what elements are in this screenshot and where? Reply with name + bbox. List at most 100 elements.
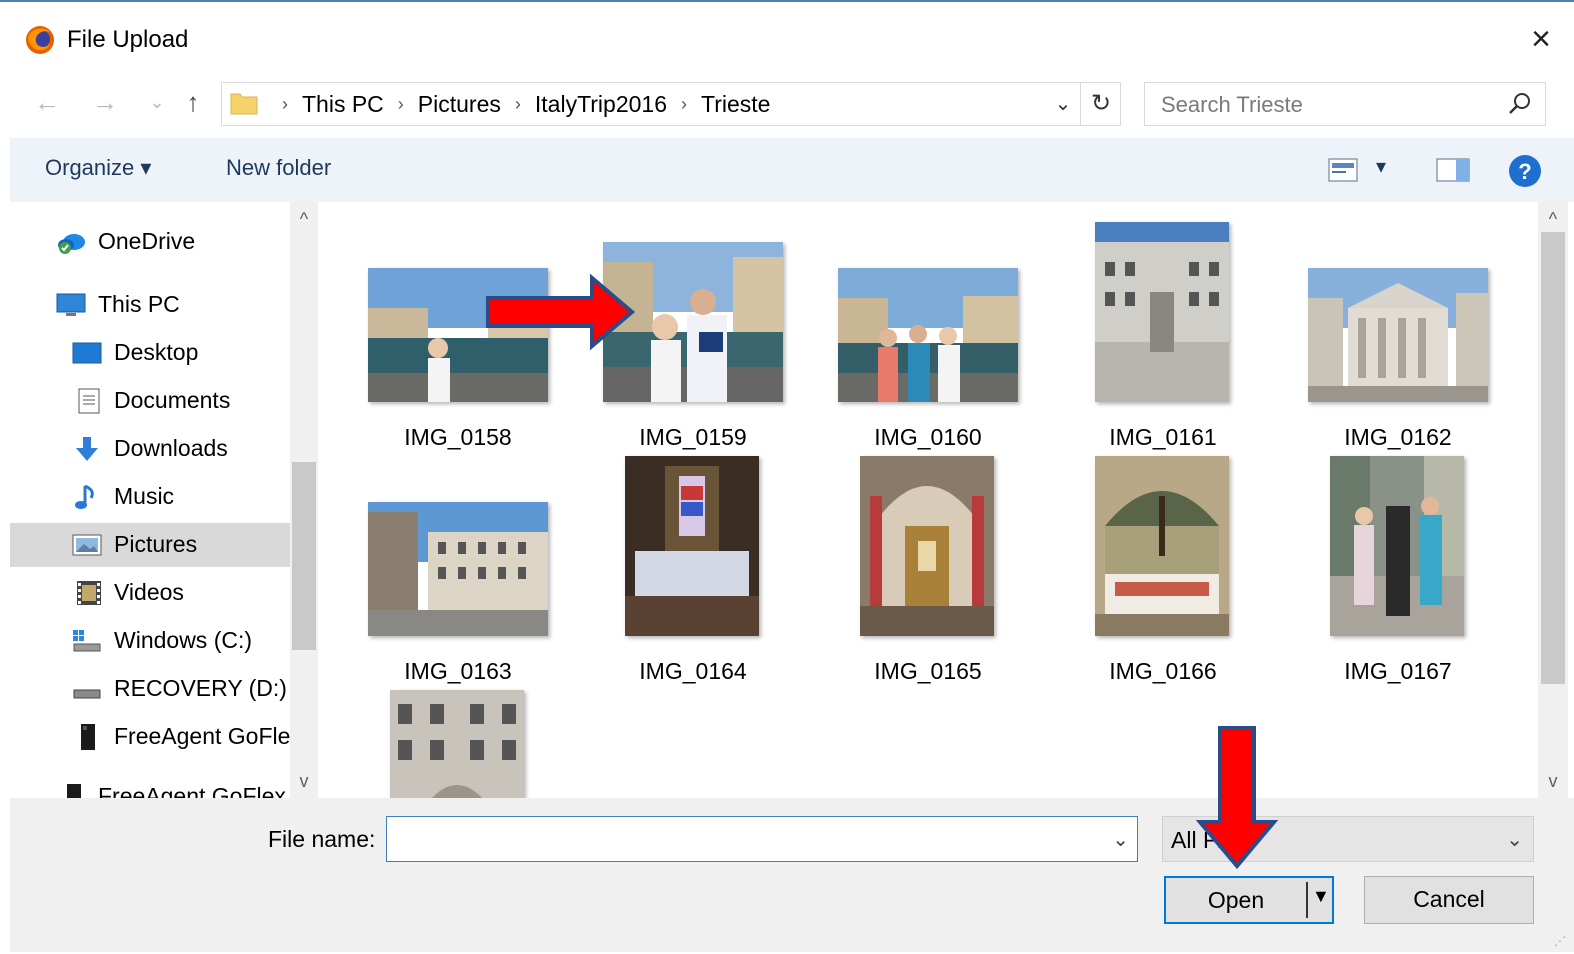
photo-thumbnail xyxy=(390,690,524,798)
photo-thumbnail xyxy=(368,268,548,402)
chevron-down-icon[interactable]: ⌄ xyxy=(1506,827,1523,852)
open-dropdown-icon[interactable]: ▼ xyxy=(1312,886,1330,907)
file-item-img-0166[interactable]: IMG_0166 xyxy=(1063,450,1263,684)
sidebar-item-desktop[interactable]: Desktop xyxy=(10,331,290,375)
title-bar: File Upload × xyxy=(0,2,1574,74)
file-name-label: IMG_0162 xyxy=(1344,424,1452,450)
file-item-img-0164[interactable]: IMG_0164 xyxy=(593,450,793,684)
sidebar-item-freeagent-gofle[interactable]: FreeAgent GoFle xyxy=(10,715,290,759)
sidebar-item-label: RECOVERY (D:) xyxy=(114,675,287,701)
organize-button[interactable]: Organize ▾ xyxy=(45,155,151,181)
address-bar[interactable]: › This PC › Pictures › ItalyTrip2016 › T… xyxy=(221,82,1121,126)
resize-grip-icon[interactable]: ⋰ xyxy=(1554,934,1566,948)
file-item-partial[interactable] xyxy=(358,684,558,798)
scroll-up-icon[interactable]: ^ xyxy=(1539,204,1567,234)
file-item-img-0160[interactable]: IMG_0160 xyxy=(828,216,1028,450)
search-box[interactable]: Search Trieste xyxy=(1144,82,1546,126)
firefox-icon xyxy=(26,26,54,54)
sidebar-scrollbar[interactable]: ^ v xyxy=(290,202,318,798)
music-icon xyxy=(75,484,94,509)
scroll-down-icon[interactable]: v xyxy=(290,766,318,796)
cancel-button[interactable]: Cancel xyxy=(1364,876,1534,924)
sidebar-item-label: Desktop xyxy=(114,339,199,365)
breadcrumb-this-pc[interactable]: This PC xyxy=(302,91,384,118)
file-name-label: IMG_0166 xyxy=(1109,658,1217,684)
external-drive-icon xyxy=(81,724,95,750)
sidebar-item-label: Documents xyxy=(114,387,231,413)
chevron-down-icon[interactable]: ⌄ xyxy=(1112,827,1129,852)
breadcrumb-separator: › xyxy=(397,93,404,114)
file-item-img-0162[interactable]: IMG_0162 xyxy=(1298,216,1498,450)
photo-thumbnail xyxy=(625,456,759,636)
up-arrow-icon[interactable]: ↑ xyxy=(176,82,210,122)
file-item-img-0158[interactable]: IMG_0158 xyxy=(358,216,558,450)
sidebar-item-windows-c[interactable]: Windows (C:) xyxy=(10,619,290,663)
file-item-img-0163[interactable]: IMG_0163 xyxy=(358,450,558,684)
breadcrumb: › This PC › Pictures › ItalyTrip2016 › T… xyxy=(268,83,770,125)
recent-locations-icon[interactable]: ⌄ xyxy=(140,82,174,122)
sidebar-scroll-thumb[interactable] xyxy=(292,462,316,650)
onedrive-icon xyxy=(58,234,85,254)
help-icon[interactable]: ? xyxy=(1508,154,1542,188)
scroll-up-icon[interactable]: ^ xyxy=(290,204,318,234)
back-arrow-icon[interactable]: ← xyxy=(30,82,64,122)
sidebar-item-label: This PC xyxy=(98,291,180,317)
breadcrumb-italytrip2016[interactable]: ItalyTrip2016 xyxy=(535,91,667,118)
sidebar-item-recovery-d[interactable]: RECOVERY (D:) xyxy=(10,667,290,711)
open-button-label: Open xyxy=(1207,887,1265,913)
file-type-select[interactable]: All Files ⌄ xyxy=(1162,816,1534,862)
file-item-img-0159[interactable]: IMG_0159 xyxy=(593,216,793,450)
sidebar-item-documents[interactable]: Documents xyxy=(10,379,290,423)
desktop-icon xyxy=(72,342,102,364)
file-name-label: IMG_0163 xyxy=(404,658,512,684)
documents-icon xyxy=(78,388,100,414)
breadcrumb-separator: › xyxy=(681,93,687,114)
file-item-img-0165[interactable]: IMG_0165 xyxy=(828,450,1028,684)
breadcrumb-pictures[interactable]: Pictures xyxy=(418,91,501,118)
forward-arrow-icon[interactable]: → xyxy=(88,82,122,122)
breadcrumb-trieste[interactable]: Trieste xyxy=(701,91,770,118)
scroll-down-icon[interactable]: v xyxy=(1539,766,1567,796)
breadcrumb-separator: › xyxy=(514,93,521,114)
drive-d-icon xyxy=(73,689,101,699)
photo-thumbnail xyxy=(1330,456,1464,636)
file-name-label: IMG_0164 xyxy=(639,658,747,684)
split-divider xyxy=(1306,882,1308,918)
file-name-label: IMG_0165 xyxy=(874,658,982,684)
file-name-panel: File name: ⌄ All Files ⌄ Open ▼ Cancel ⋰ xyxy=(10,798,1574,952)
sidebar-item-downloads[interactable]: Downloads xyxy=(10,427,290,471)
command-toolbar: Organize ▾ New folder ▾ ? xyxy=(10,138,1574,202)
sidebar-item-onedrive[interactable]: OneDrive xyxy=(10,220,290,264)
open-button[interactable]: Open ▼ xyxy=(1164,876,1334,924)
sidebar-item-label: Windows (C:) xyxy=(114,627,253,653)
sidebar-item-label: Pictures xyxy=(114,531,198,557)
file-list-scroll-thumb[interactable] xyxy=(1541,232,1565,684)
file-item-img-0167[interactable]: IMG_0167 xyxy=(1298,450,1498,684)
preview-pane-icon[interactable] xyxy=(1436,158,1470,182)
downloads-icon xyxy=(76,437,98,461)
new-folder-button[interactable]: New folder xyxy=(226,155,331,181)
external-drive-icon xyxy=(67,784,81,798)
sidebar-item-videos[interactable]: Videos xyxy=(10,571,290,615)
file-name-label: IMG_0167 xyxy=(1344,658,1452,684)
sidebar-item-pictures[interactable]: Pictures xyxy=(10,523,290,567)
navigation-bar: ← → ⌄ ↑ › This PC › Pictures › ItalyTrip… xyxy=(0,74,1574,136)
file-name-label: IMG_0160 xyxy=(874,424,982,450)
file-list-scrollbar[interactable]: ^ v xyxy=(1538,202,1568,798)
sidebar-item-music[interactable]: Music xyxy=(10,475,290,519)
close-icon[interactable]: × xyxy=(1522,20,1560,58)
file-list: IMG_0158 IMG_0159 IMG_0160 IMG_0161 IMG_… xyxy=(330,202,1536,798)
search-icon[interactable] xyxy=(1507,91,1533,117)
sidebar-item-this-pc[interactable]: This PC xyxy=(10,283,290,327)
address-dropdown-icon[interactable]: ⌄ xyxy=(1048,89,1078,119)
view-dropdown-icon[interactable]: ▾ xyxy=(1376,154,1386,179)
refresh-icon[interactable]: ↻ xyxy=(1080,83,1121,125)
breadcrumb-separator: › xyxy=(282,93,288,114)
computer-icon xyxy=(56,293,86,316)
file-name-input[interactable]: ⌄ xyxy=(386,816,1138,862)
sidebar-item-freeagent-goflex[interactable]: FreeAgent GoFlex xyxy=(10,775,290,798)
file-item-img-0161[interactable]: IMG_0161 xyxy=(1063,216,1263,450)
file-type-value: All Files xyxy=(1171,827,1252,853)
photo-thumbnail xyxy=(1095,222,1229,402)
view-options-icon[interactable] xyxy=(1328,158,1358,182)
